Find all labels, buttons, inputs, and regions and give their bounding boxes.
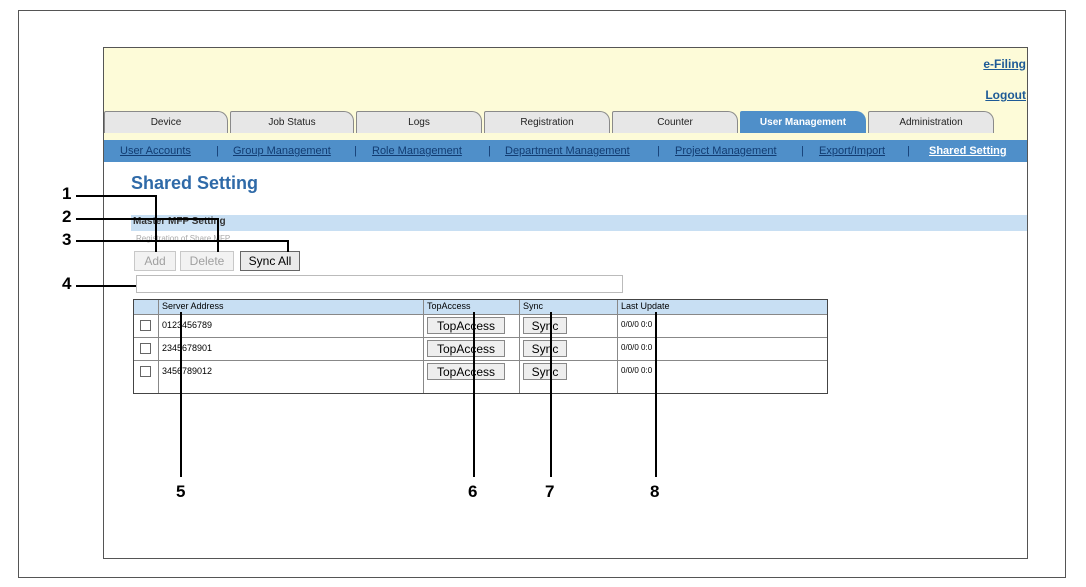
subnav-shared-setting[interactable]: Shared Setting [929, 145, 1007, 157]
header-sync: Sync [523, 301, 544, 311]
page-title: Shared Setting [131, 173, 259, 193]
table-row: 2345678901 TopAccess Sync 0/0/0 0:0 [134, 337, 827, 359]
callout-line [287, 240, 289, 252]
tab-counter[interactable]: Counter [612, 111, 738, 133]
subnav-group-management[interactable]: Group Management [233, 145, 331, 157]
last-update-cell: 0/0/0 0:0 [621, 343, 653, 352]
callout-line [473, 312, 475, 477]
subnav-separator: | [354, 145, 357, 157]
callout-3: 3 [62, 230, 72, 249]
subnav-role-management[interactable]: Role Management [372, 145, 462, 157]
table-row: 0123456789 TopAccess Sync 0/0/0 0:0 [134, 314, 827, 336]
callout-6: 6 [468, 482, 478, 501]
delete-button[interactable]: Delete [180, 251, 234, 271]
row-checkbox[interactable] [140, 366, 151, 377]
row-checkbox[interactable] [140, 343, 151, 354]
subnav-separator: | [657, 145, 660, 157]
callout-line [76, 285, 136, 287]
subnav-project-management[interactable]: Project Management [675, 145, 777, 157]
subnav-separator: | [488, 145, 491, 157]
table-header: Server Address TopAccess Sync Last Updat… [134, 300, 827, 314]
callout-7: 7 [545, 482, 555, 501]
column-divider [519, 300, 520, 393]
column-divider [423, 300, 424, 393]
callout-8: 8 [650, 482, 660, 501]
logout-link[interactable]: Logout [985, 88, 1026, 102]
sync-all-button[interactable]: Sync All [240, 251, 300, 271]
section-header-bar [131, 215, 1027, 231]
efiling-link[interactable]: e-Filing [983, 57, 1026, 71]
subnav-user-accounts[interactable]: User Accounts [120, 145, 191, 157]
table-row: 3456789012 TopAccess Sync 0/0/0 0:0 [134, 360, 827, 382]
callout-line [655, 312, 657, 477]
add-button[interactable]: Add [134, 251, 176, 271]
callout-line [76, 240, 288, 242]
column-divider [617, 300, 618, 393]
row-checkbox[interactable] [140, 320, 151, 331]
server-address-cell: 3456789012 [162, 366, 213, 376]
column-divider [158, 300, 159, 393]
last-update-cell: 0/0/0 0:0 [621, 366, 653, 375]
subnav-export-import[interactable]: Export/Import [819, 145, 885, 157]
sync-button[interactable]: Sync [523, 363, 567, 380]
callout-line [550, 312, 552, 477]
message-field [136, 275, 623, 293]
callout-line [217, 218, 219, 252]
subnav-separator: | [216, 145, 219, 157]
callout-1: 1 [62, 184, 72, 203]
callout-2: 2 [62, 207, 72, 226]
tab-user-management[interactable]: User Management [740, 111, 866, 133]
header-server-address: Server Address [162, 301, 224, 311]
callout-line [76, 218, 218, 220]
server-address-cell: 2345678901 [162, 343, 213, 353]
tab-registration[interactable]: Registration [484, 111, 610, 133]
header-last-update: Last Update [621, 301, 670, 311]
subnav-department-management[interactable]: Department Management [505, 145, 630, 157]
topaccess-button[interactable]: TopAccess [427, 340, 505, 357]
server-table: Server Address TopAccess Sync Last Updat… [133, 299, 828, 394]
subnav-separator: | [801, 145, 804, 157]
sync-button[interactable]: Sync [523, 317, 567, 334]
header-topaccess: TopAccess [427, 301, 471, 311]
tab-device[interactable]: Device [104, 111, 228, 133]
subnav-separator: | [907, 145, 910, 157]
tab-job-status[interactable]: Job Status [230, 111, 354, 133]
callout-5: 5 [176, 482, 186, 501]
callout-4: 4 [62, 274, 72, 293]
callout-line [76, 195, 156, 197]
subnav-bar: User Accounts | Group Management | Role … [104, 140, 1027, 162]
server-address-cell: 0123456789 [162, 320, 213, 330]
tab-administration[interactable]: Administration [868, 111, 994, 133]
callout-line [155, 195, 157, 252]
last-update-cell: 0/0/0 0:0 [621, 320, 653, 329]
tab-logs[interactable]: Logs [356, 111, 482, 133]
sync-button[interactable]: Sync [523, 340, 567, 357]
topaccess-button[interactable]: TopAccess [427, 317, 505, 334]
topaccess-button[interactable]: TopAccess [427, 363, 505, 380]
callout-line [180, 312, 182, 477]
